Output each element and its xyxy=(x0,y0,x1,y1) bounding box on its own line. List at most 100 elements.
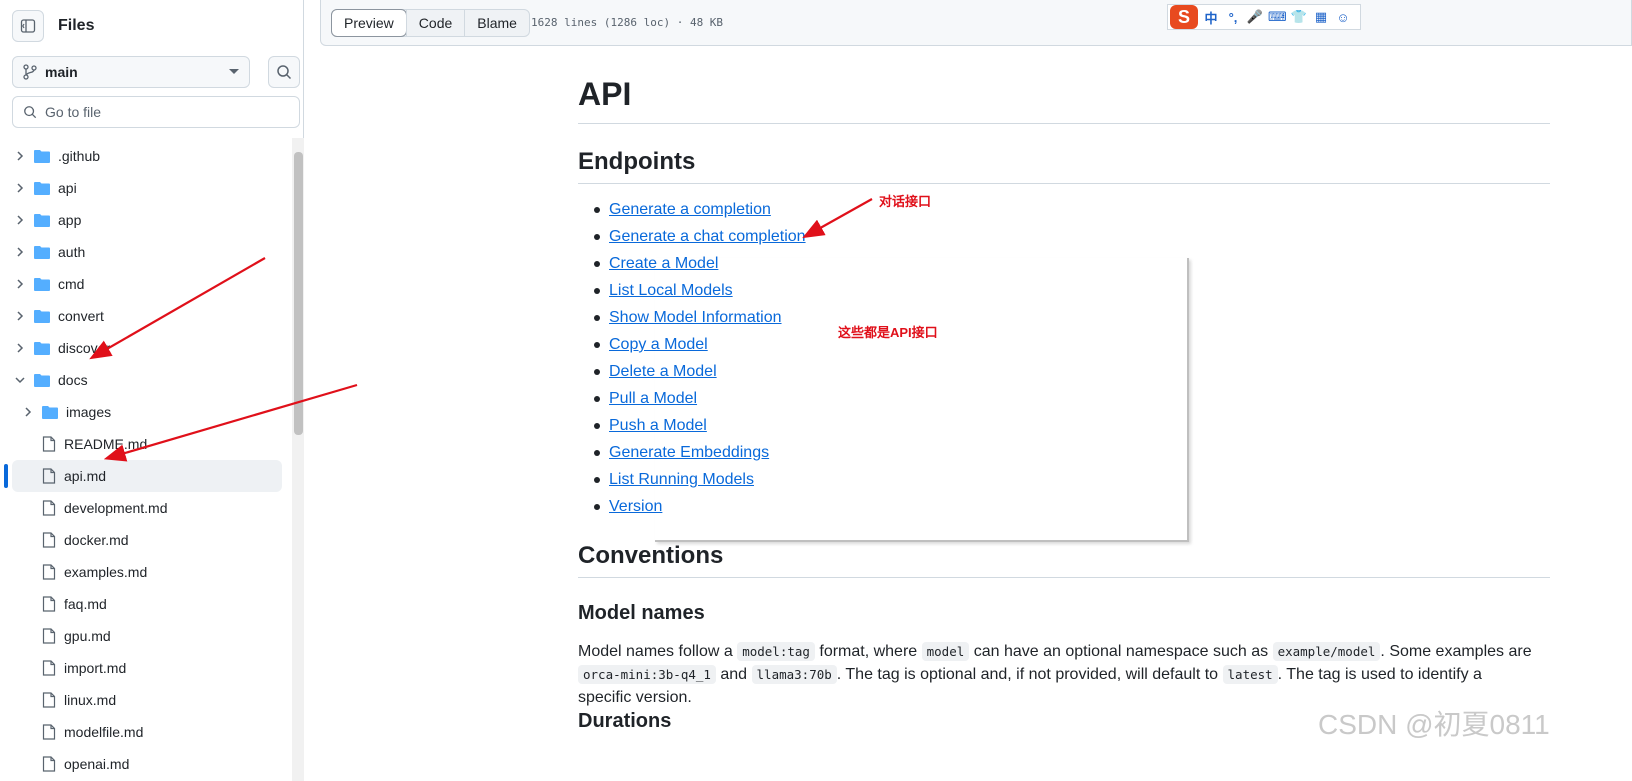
chevron-right-icon xyxy=(17,247,24,257)
tree-item-label: .github xyxy=(58,148,101,164)
endpoint-list-item: Copy a Model xyxy=(578,333,806,360)
ime-voice-icon[interactable]: 🎤 xyxy=(1246,9,1264,25)
tree-item-docs[interactable]: docs xyxy=(0,364,292,396)
tree-item-auth[interactable]: auth xyxy=(0,236,292,268)
expand-toggle[interactable] xyxy=(12,276,28,292)
folder-icon xyxy=(34,342,50,355)
expand-toggle[interactable] xyxy=(12,148,28,164)
search-files-button[interactable] xyxy=(268,56,300,88)
expand-toggle[interactable] xyxy=(12,308,28,324)
file-icon xyxy=(42,692,56,708)
endpoint-list-item: Generate Embeddings xyxy=(578,441,806,468)
tree-item-api[interactable]: api xyxy=(0,172,292,204)
inline-code: model xyxy=(921,642,970,661)
inline-code: orca-mini:3b-q4_1 xyxy=(578,665,716,684)
endpoint-link[interactable]: Create a Model xyxy=(609,255,718,272)
endpoint-link[interactable]: Generate Embeddings xyxy=(609,444,769,461)
endpoint-link[interactable]: Generate a chat completion xyxy=(609,228,806,245)
git-branch-icon xyxy=(23,64,37,80)
conventions-divider xyxy=(578,577,1550,578)
tab-blame[interactable]: Blame xyxy=(464,10,529,36)
endpoint-link[interactable]: Push a Model xyxy=(609,417,707,434)
tree-item-label: api.md xyxy=(64,468,107,484)
tree-item-app[interactable]: app xyxy=(0,204,292,236)
expand-toggle[interactable] xyxy=(12,180,28,196)
paragraph-text: format, where xyxy=(814,643,922,660)
paragraph-text: . The tag is optional and, if not provid… xyxy=(836,666,1223,683)
sidebar-collapse-icon xyxy=(20,19,36,33)
ime-punctuation-icon[interactable]: °, xyxy=(1224,10,1242,25)
endpoint-link[interactable]: List Running Models xyxy=(609,471,754,488)
sidebar-scrollbar-thumb[interactable] xyxy=(294,152,303,435)
endpoint-link[interactable]: Delete a Model xyxy=(609,363,717,380)
file-icon xyxy=(42,724,56,740)
view-mode-tabs: Preview Code Blame xyxy=(331,9,530,37)
endpoint-link[interactable]: Show Model Information xyxy=(609,309,782,326)
durations-heading: Durations xyxy=(578,710,672,732)
collapse-sidebar-button[interactable] xyxy=(12,10,44,42)
endpoint-link[interactable]: Version xyxy=(609,498,662,515)
tab-code[interactable]: Code xyxy=(405,10,464,36)
tree-item-label: cmd xyxy=(58,276,85,292)
sidebar-header: Files xyxy=(12,10,94,42)
tab-preview[interactable]: Preview xyxy=(331,9,407,37)
expand-toggle[interactable] xyxy=(12,372,28,388)
tree-item-examples-md[interactable]: examples.md xyxy=(0,556,292,588)
file-tree: .github api app auth cmd convert discover docs i… xyxy=(0,140,292,780)
tree-item-label: faq.md xyxy=(64,596,107,612)
ime-toolbox-icon[interactable]: ▦ xyxy=(1312,9,1330,25)
endpoint-link[interactable]: Generate a completion xyxy=(609,201,771,218)
conventions-heading: Conventions xyxy=(578,542,724,569)
endpoint-list-item: Show Model Information xyxy=(578,306,806,333)
folder-icon xyxy=(34,278,50,291)
paragraph-text: Model names follow a xyxy=(578,643,738,660)
tree-item-gpu-md[interactable]: gpu.md xyxy=(0,620,292,652)
tree-item-faq-md[interactable]: faq.md xyxy=(0,588,292,620)
inline-code: llama3:70b xyxy=(751,665,837,684)
endpoint-link[interactable]: List Local Models xyxy=(609,282,733,299)
chevron-right-icon xyxy=(17,311,24,321)
tree-item-label: README.md xyxy=(64,436,148,452)
tree-item-readme-md[interactable]: README.md xyxy=(0,428,292,460)
tree-item-images[interactable]: images xyxy=(0,396,292,428)
tree-item-modelfile-md[interactable]: modelfile.md xyxy=(0,716,292,748)
tree-item-api-md[interactable]: api.md xyxy=(4,460,282,492)
endpoints-list: Generate a completion Generate a chat com… xyxy=(578,198,806,522)
endpoint-list-item: Version xyxy=(578,495,806,522)
expand-toggle[interactable] xyxy=(12,212,28,228)
endpoint-link[interactable]: Pull a Model xyxy=(609,390,697,407)
go-to-file-placeholder: Go to file xyxy=(45,104,102,120)
ime-chinese-mode-icon[interactable]: 中 xyxy=(1202,8,1220,27)
file-icon xyxy=(42,596,56,612)
tree-item-cmd[interactable]: cmd xyxy=(0,268,292,300)
search-icon xyxy=(277,65,292,80)
file-icon xyxy=(42,564,56,580)
branch-selector[interactable]: main xyxy=(12,56,250,88)
expand-toggle[interactable] xyxy=(12,244,28,260)
endpoint-link[interactable]: Copy a Model xyxy=(609,336,708,353)
tree-item-label: api xyxy=(58,180,77,196)
ime-avatar-icon[interactable]: ☺ xyxy=(1334,10,1352,25)
tree-item-linux-md[interactable]: linux.md xyxy=(0,684,292,716)
tree-item-development-md[interactable]: development.md xyxy=(0,492,292,524)
go-to-file-input[interactable]: Go to file xyxy=(12,96,300,128)
endpoints-heading: Endpoints xyxy=(578,148,696,175)
sogou-logo-icon[interactable]: S xyxy=(1170,5,1198,29)
tree-item-github[interactable]: .github xyxy=(0,140,292,172)
tree-item-import-md[interactable]: import.md xyxy=(0,652,292,684)
endpoint-list-item: Generate a completion xyxy=(578,198,806,225)
chevron-right-icon xyxy=(17,183,24,193)
tree-item-discover[interactable]: discover xyxy=(0,332,292,364)
ime-skin-icon[interactable]: 👕 xyxy=(1290,9,1308,25)
tree-item-convert[interactable]: convert xyxy=(0,300,292,332)
tree-item-label: openai.md xyxy=(64,756,130,772)
expand-toggle[interactable] xyxy=(20,404,36,420)
file-toolbar: Preview Code Blame 1628 lines (1286 loc)… xyxy=(320,0,1632,46)
tree-item-openai-md[interactable]: openai.md xyxy=(0,748,292,780)
ime-keyboard-icon[interactable]: ⌨ xyxy=(1268,9,1287,25)
chevron-right-icon xyxy=(17,215,24,225)
arrow-to-chat-completion xyxy=(802,198,873,239)
expand-toggle[interactable] xyxy=(12,340,28,356)
tree-item-docker-md[interactable]: docker.md xyxy=(0,524,292,556)
chat-api-annotation: 对话接口 xyxy=(879,194,932,209)
